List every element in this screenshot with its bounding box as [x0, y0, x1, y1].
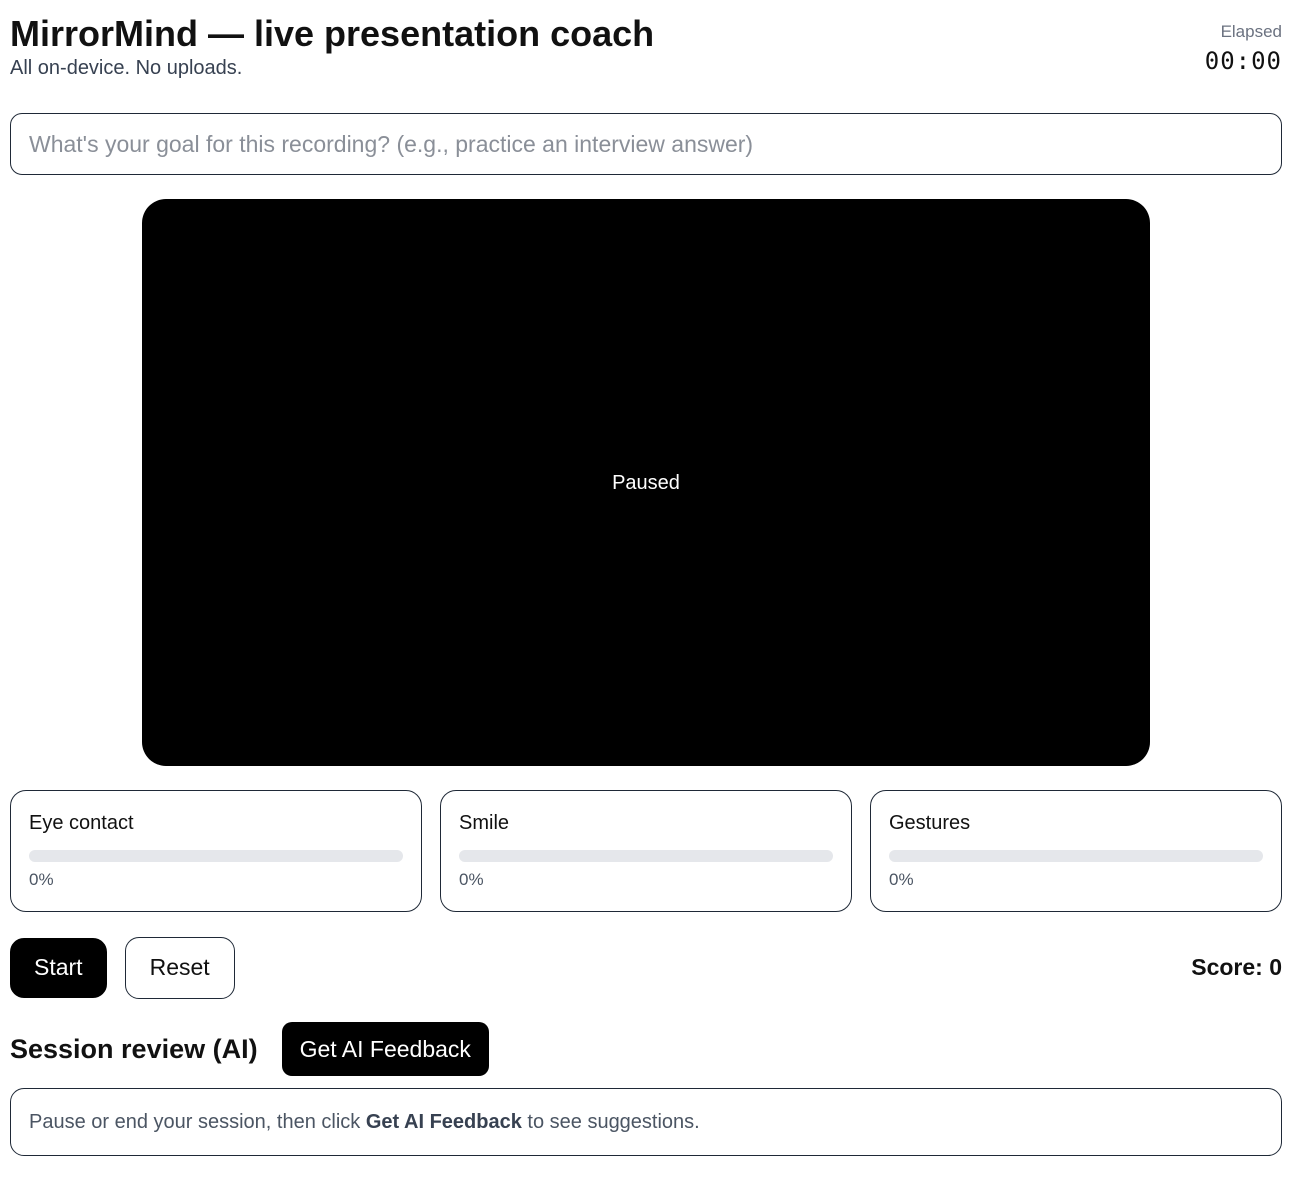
metric-progress-track: [29, 850, 403, 862]
metric-value: 0%: [889, 870, 914, 889]
start-button[interactable]: Start: [10, 937, 107, 998]
metric-value: 0%: [29, 870, 54, 889]
review-hint-before: Pause or end your session, then click: [29, 1110, 366, 1133]
page-title: MirrorMind — live presentation coach: [10, 13, 655, 54]
video-preview: Paused: [142, 199, 1150, 766]
page-subtitle: All on-device. No uploads.: [10, 57, 243, 79]
video-status-text: Paused: [612, 471, 680, 494]
metric-label: Gestures: [889, 812, 971, 834]
session-review-title: Session review (AI): [10, 1033, 258, 1064]
elapsed-value: 00:00: [1204, 47, 1282, 75]
metric-label: Smile: [459, 812, 510, 834]
metrics-panel: Eye contact 0% Smile 0% Gestures 0%: [10, 790, 1282, 912]
review-hint-bold: Get AI Feedback: [365, 1110, 522, 1133]
metric-card-smile: Smile 0%: [440, 790, 852, 912]
reset-button[interactable]: Reset: [124, 936, 235, 999]
goal-input[interactable]: [10, 113, 1282, 175]
metric-progress-track: [459, 850, 833, 862]
metric-value: 0%: [459, 870, 484, 889]
app-page: MirrorMind — live presentation coach All…: [0, 0, 1306, 1177]
get-ai-feedback-button[interactable]: Get AI Feedback: [281, 1022, 489, 1076]
metric-card-gestures: Gestures 0%: [870, 790, 1282, 912]
metric-progress-track: [889, 850, 1263, 862]
header: MirrorMind — live presentation coach All…: [10, 14, 1282, 94]
review-hint-after: to see suggestions.: [521, 1110, 700, 1133]
score-display: Score: 0: [1191, 954, 1282, 980]
metric-card-eye-contact: Eye contact 0%: [10, 790, 422, 912]
session-review-header: Session review (AI) Get AI Feedback: [10, 1022, 489, 1076]
metric-label: Eye contact: [29, 812, 134, 834]
elapsed-timer: Elapsed 00:00: [1205, 22, 1282, 74]
session-controls: Start Reset Score: 0: [10, 936, 1282, 999]
session-review-output: Pause or end your session, then click Ge…: [10, 1088, 1282, 1156]
review-hint: Pause or end your session, then click Ge…: [29, 1111, 700, 1134]
elapsed-label: Elapsed: [1220, 22, 1282, 41]
